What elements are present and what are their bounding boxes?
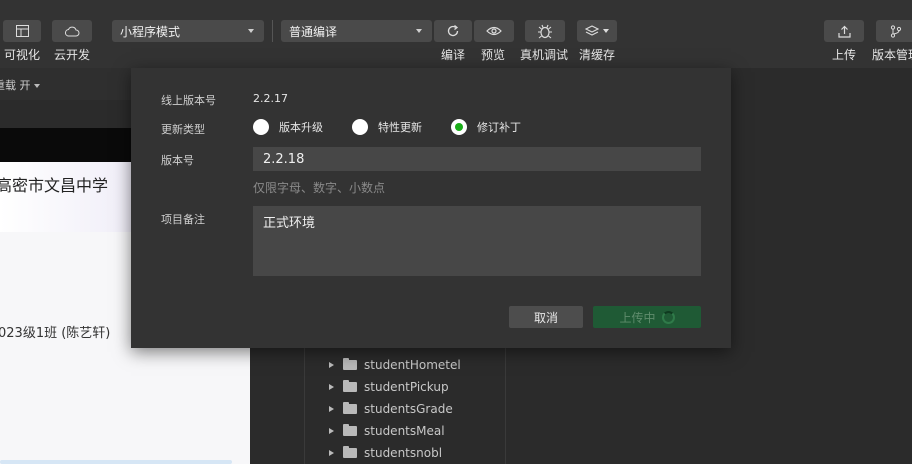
radio-circle[interactable]	[352, 119, 368, 135]
compile-select[interactable]: 普通编译	[281, 20, 432, 42]
upload-button-label: 上传中	[619, 310, 656, 325]
project-note-textarea[interactable]: 正式环境	[253, 206, 701, 276]
tree-item[interactable]: studentsMeal	[329, 422, 445, 440]
simulator-toolbar: 重载 开	[0, 68, 131, 100]
chevron-down-icon	[603, 29, 609, 33]
radio-label: 特性更新	[378, 121, 422, 134]
chevron-right-icon	[329, 450, 334, 456]
radio-version-upgrade[interactable]: 版本升级	[253, 119, 323, 135]
simulator-bottom-bar	[0, 460, 232, 464]
version-number-label: 版本号	[161, 154, 194, 167]
update-type-label: 更新类型	[161, 123, 205, 136]
upload-button[interactable]: 上传中	[593, 306, 701, 328]
radio-label: 版本升级	[279, 121, 323, 134]
chevron-down-icon	[33, 84, 40, 88]
folder-icon	[343, 446, 357, 458]
version-management-label: 版本管理	[872, 48, 912, 62]
school-name: 高密市文昌中学	[0, 176, 109, 195]
cancel-button[interactable]: 取消	[509, 306, 583, 328]
radio-feature-update[interactable]: 特性更新	[352, 119, 422, 135]
upload-dialog: 线上版本号 2.2.17 更新类型 版本升级 特性更新 修订补丁 版本号 仅限字…	[131, 68, 731, 348]
tree-item-label: studentHometel	[364, 358, 461, 372]
radio-label: 修订补丁	[477, 121, 521, 134]
compile-button[interactable]	[434, 20, 472, 42]
tree-item[interactable]: studentsGrade	[329, 400, 453, 418]
loading-spinner-icon	[661, 310, 675, 324]
update-type-radio-group: 版本升级 特性更新 修订补丁	[253, 118, 550, 136]
visual-label: 可视化	[4, 48, 41, 62]
tree-item[interactable]: studentHometel	[329, 356, 461, 374]
class-info: 023级1班 (陈艺轩)	[0, 326, 111, 341]
chevron-down-icon	[248, 29, 254, 33]
chevron-right-icon	[329, 362, 334, 368]
toolbar: 可视化 云开发 小程序模式 普通编译 编译 预览 真机调试 清缓存 上传 版本管	[0, 0, 912, 68]
upload-toolbar-label: 上传	[832, 48, 857, 62]
tree-item-label: studentsMeal	[364, 424, 445, 438]
chevron-down-icon	[416, 29, 422, 33]
preview-button[interactable]	[474, 20, 514, 42]
chevron-right-icon	[329, 406, 334, 412]
upload-toolbar-button[interactable]	[824, 20, 864, 42]
file-tree: studentHometel studentPickup studentsGra…	[304, 348, 506, 464]
chevron-right-icon	[329, 384, 334, 390]
toolbar-divider	[272, 20, 273, 42]
clear-cache-button[interactable]	[577, 20, 617, 42]
eye-icon	[486, 26, 502, 36]
branch-icon	[890, 24, 902, 38]
preview-label: 预览	[481, 48, 506, 62]
version-hint: 仅限字母、数字、小数点	[253, 181, 386, 195]
radio-circle-checked[interactable]	[451, 119, 467, 135]
folder-icon	[343, 402, 357, 414]
online-version-value: 2.2.17	[253, 92, 288, 105]
bug-icon	[538, 24, 552, 38]
clear-cache-label: 清缓存	[579, 48, 616, 62]
tree-item-label: studentsnobl	[364, 446, 443, 460]
tree-item-label: studentPickup	[364, 380, 449, 394]
compile-label: 编译	[441, 48, 466, 62]
refresh-icon	[447, 24, 459, 37]
radio-circle[interactable]	[253, 119, 269, 135]
tree-item-label: studentsGrade	[364, 402, 453, 416]
upload-icon	[837, 25, 851, 38]
radio-patch[interactable]: 修订补丁	[451, 119, 521, 135]
real-device-debug-button[interactable]	[525, 20, 565, 42]
mode-select-value: 小程序模式	[120, 24, 181, 39]
chevron-right-icon	[329, 428, 334, 434]
version-number-input[interactable]	[253, 147, 701, 171]
folder-icon	[343, 424, 357, 436]
layers-icon	[585, 25, 599, 36]
tree-item[interactable]: studentPickup	[329, 378, 449, 396]
tree-item[interactable]: studentsnobl	[329, 444, 442, 462]
project-note-label: 项目备注	[161, 213, 205, 226]
folder-icon	[343, 380, 357, 392]
folder-icon	[343, 358, 357, 370]
real-device-debug-label: 真机调试	[520, 48, 569, 62]
hot-reload-toggle[interactable]: 重载 开	[0, 79, 40, 92]
version-management-button[interactable]	[876, 20, 912, 42]
cloud-label: 云开发	[54, 48, 91, 62]
devtools-window: 可视化 云开发 小程序模式 普通编译 编译 预览 真机调试 清缓存 上传 版本管…	[0, 0, 912, 464]
layout-icon	[15, 25, 29, 37]
cloud-icon	[64, 26, 80, 36]
online-version-label: 线上版本号	[161, 94, 216, 107]
mode-select[interactable]: 小程序模式	[112, 20, 264, 42]
visual-button[interactable]	[3, 20, 41, 42]
cloud-button[interactable]	[52, 20, 92, 42]
simulator-status-bar	[0, 128, 131, 162]
editor-pane	[731, 68, 912, 464]
compile-select-value: 普通编译	[289, 24, 338, 39]
